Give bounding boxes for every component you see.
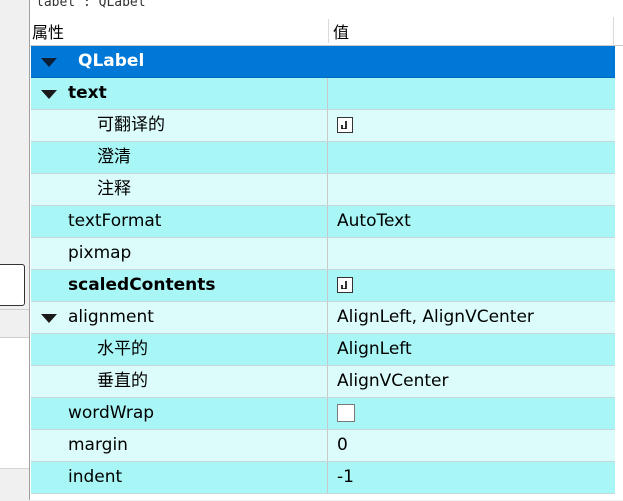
left-panel-area <box>0 338 29 468</box>
property-row[interactable]: indent -1 <box>31 462 615 494</box>
property-row[interactable]: textFormat AutoText <box>31 206 615 238</box>
property-name-cell: 垂直的 <box>31 366 328 397</box>
property-value-cell[interactable] <box>329 78 615 109</box>
header-property[interactable]: 属性 <box>32 17 64 45</box>
group-name-cell: QLabel <box>31 46 615 77</box>
property-name: 注释 <box>97 179 131 199</box>
value-checkbox[interactable] <box>337 277 353 293</box>
property-value-cell[interactable] <box>329 142 615 173</box>
property-name-cell: wordWrap <box>31 398 328 429</box>
group-title: QLabel <box>78 51 145 71</box>
property-row[interactable]: pixmap <box>31 238 615 270</box>
property-value-cell[interactable]: AlignLeft <box>329 334 615 365</box>
property-row[interactable]: 澄清 <box>31 142 615 174</box>
property-name: wordWrap <box>68 403 155 423</box>
property-row[interactable]: 可翻译的 <box>31 110 615 142</box>
property-value: AlignVCenter <box>337 371 449 391</box>
header-separator <box>613 17 614 45</box>
property-value: AutoText <box>337 211 411 231</box>
property-value-cell[interactable]: AlignLeft, AlignVCenter <box>329 302 615 333</box>
property-name-cell: scaledContents <box>31 270 328 301</box>
property-name: 可翻译的 <box>97 115 165 135</box>
property-name-cell: 水平的 <box>31 334 328 365</box>
property-name: 水平的 <box>97 339 148 359</box>
property-row[interactable]: alignment AlignLeft, AlignVCenter <box>31 302 615 334</box>
property-name: margin <box>68 435 128 455</box>
property-name-cell: pixmap <box>31 238 328 269</box>
property-value-cell[interactable]: 0 <box>329 430 615 461</box>
property-name: alignment <box>68 307 154 327</box>
property-value: -1 <box>337 467 354 487</box>
value-checkbox[interactable] <box>337 117 353 133</box>
left-panel <box>0 0 29 501</box>
property-row[interactable]: margin 0 <box>31 430 615 462</box>
property-value-cell[interactable] <box>329 238 615 269</box>
divider <box>0 309 29 310</box>
header-separator[interactable] <box>328 19 329 43</box>
property-name: text <box>68 83 107 103</box>
left-panel-footer <box>0 468 29 501</box>
property-rows: QLabel text 可翻译的澄清注释 textFormat AutoText pix… <box>31 46 615 494</box>
property-name: 澄清 <box>97 147 131 167</box>
property-name: scaledContents <box>68 275 216 295</box>
property-name-cell: alignment <box>31 302 328 333</box>
left-input-field[interactable] <box>0 264 25 306</box>
property-row[interactable]: scaledContents <box>31 270 615 302</box>
property-name-cell: 注释 <box>31 174 328 205</box>
property-name: pixmap <box>68 243 132 263</box>
property-row[interactable]: 水平的 AlignLeft <box>31 334 615 366</box>
property-name-cell: 可翻译的 <box>31 110 328 141</box>
checkmark-icon <box>341 281 347 289</box>
object-label: label : QLabel <box>36 0 146 10</box>
property-name-cell: text <box>31 78 328 109</box>
property-editor: label : QLabel 属性 值 QLabel text 可翻译的澄清注释 t… <box>29 0 623 500</box>
triangle-down-icon[interactable] <box>41 314 57 323</box>
property-value-cell[interactable] <box>329 174 615 205</box>
group-row-qlabel[interactable]: QLabel <box>31 46 615 78</box>
property-name: textFormat <box>68 211 162 231</box>
property-value-cell[interactable] <box>329 110 615 141</box>
property-name: 垂直的 <box>97 371 148 391</box>
property-value: 0 <box>337 435 348 455</box>
triangle-down-icon[interactable] <box>41 58 57 67</box>
property-row[interactable]: wordWrap <box>31 398 615 430</box>
property-value-cell[interactable]: AutoText <box>329 206 615 237</box>
property-value-cell[interactable] <box>329 398 615 429</box>
property-name-cell: indent <box>31 462 328 493</box>
property-value-cell[interactable]: -1 <box>329 462 615 493</box>
property-name: indent <box>68 467 123 487</box>
property-table-header: 属性 值 <box>30 17 623 46</box>
value-checkbox[interactable] <box>337 404 355 422</box>
property-name-cell: margin <box>31 430 328 461</box>
property-value: AlignLeft <box>337 339 412 359</box>
checkmark-icon <box>341 121 347 129</box>
header-value[interactable]: 值 <box>333 17 349 45</box>
property-value-cell[interactable]: AlignVCenter <box>329 366 615 397</box>
property-name-cell: textFormat <box>31 206 328 237</box>
property-value: AlignLeft, AlignVCenter <box>337 307 534 327</box>
property-row[interactable]: 注释 <box>31 174 615 206</box>
property-row[interactable]: text <box>31 78 615 110</box>
property-name-cell: 澄清 <box>31 142 328 173</box>
property-value-cell[interactable] <box>329 270 615 301</box>
property-row[interactable]: 垂直的 AlignVCenter <box>31 366 615 398</box>
triangle-down-icon[interactable] <box>41 90 57 99</box>
